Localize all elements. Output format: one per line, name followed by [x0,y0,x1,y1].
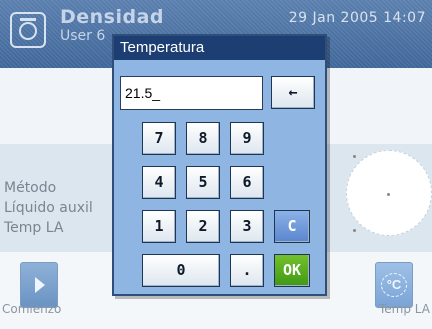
temperature-input[interactable]: 21.5_ [120,76,263,110]
key-9[interactable]: 9 [230,122,264,155]
temperature-icon: °C [381,273,407,297]
key-2[interactable]: 2 [186,210,220,243]
key-8[interactable]: 8 [186,122,220,155]
clear-button[interactable]: C [274,210,310,243]
key-3[interactable]: 3 [230,210,264,243]
capacity-gauge [346,150,432,236]
backspace-button[interactable]: ← [271,76,315,109]
app-title: Densidad [60,6,165,28]
key-6[interactable]: 6 [230,166,264,199]
temp-la-label: Temp LA [379,302,430,316]
ok-button[interactable]: OK [274,254,310,287]
info-line-temp: Temp LA [4,220,64,236]
key-7[interactable]: 7 [142,122,176,155]
temperature-dialog: Temperatura 21.5_ ← 7 8 9 4 5 6 1 2 3 C … [112,34,327,296]
start-label: Comienzo [2,302,62,316]
key-5[interactable]: 5 [186,166,220,199]
gauge-mark [353,229,356,232]
dialog-title: Temperatura [114,36,325,60]
key-1[interactable]: 1 [142,210,176,243]
info-line-aux-liquid: Líquido auxil [4,200,93,216]
balance-icon [10,12,46,48]
key-0[interactable]: 0 [142,254,220,287]
play-icon [35,277,45,293]
key-4[interactable]: 4 [142,166,176,199]
user-label: User 6 [60,28,106,44]
key-decimal-point[interactable]: . [230,254,264,287]
backspace-arrow-icon: ← [288,83,298,101]
info-line-method: Método [4,180,57,196]
date-time: 29 Jan 2005 14:07 [288,10,426,26]
gauge-mark [387,193,390,196]
gauge-mark [353,155,356,158]
